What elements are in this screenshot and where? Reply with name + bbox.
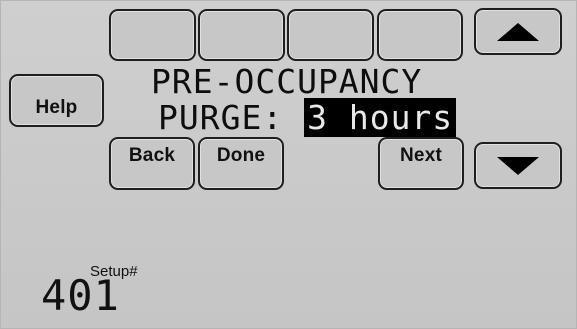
thermostat-screen: Help PRE-OCCUPANCY PURGE: 3 hours Back D… — [0, 0, 577, 329]
down-arrow-button[interactable] — [474, 142, 562, 189]
setting-title-line-1: PRE-OCCUPANCY — [151, 62, 423, 101]
up-arrow-icon — [497, 22, 539, 41]
setting-value[interactable]: 3 hours — [304, 98, 457, 137]
down-arrow-icon — [497, 156, 539, 175]
done-button[interactable]: Done — [198, 137, 284, 190]
next-button[interactable]: Next — [378, 137, 464, 190]
top-blank-button-1[interactable] — [109, 9, 196, 61]
help-button-label: Help — [35, 97, 78, 118]
top-blank-button-2[interactable] — [198, 9, 285, 61]
help-button[interactable]: Help — [9, 74, 104, 127]
back-button-label: Back — [128, 145, 176, 166]
up-arrow-button[interactable] — [474, 8, 562, 55]
done-button-label: Done — [216, 145, 266, 166]
top-blank-button-4[interactable] — [377, 9, 463, 61]
setting-label: PURGE: — [158, 98, 284, 137]
next-button-label: Next — [400, 145, 442, 166]
setup-number: 401 — [41, 271, 120, 320]
setting-title-line-2: PURGE: 3 hours — [158, 98, 457, 137]
back-button[interactable]: Back — [109, 137, 195, 190]
top-blank-button-3[interactable] — [287, 9, 374, 61]
